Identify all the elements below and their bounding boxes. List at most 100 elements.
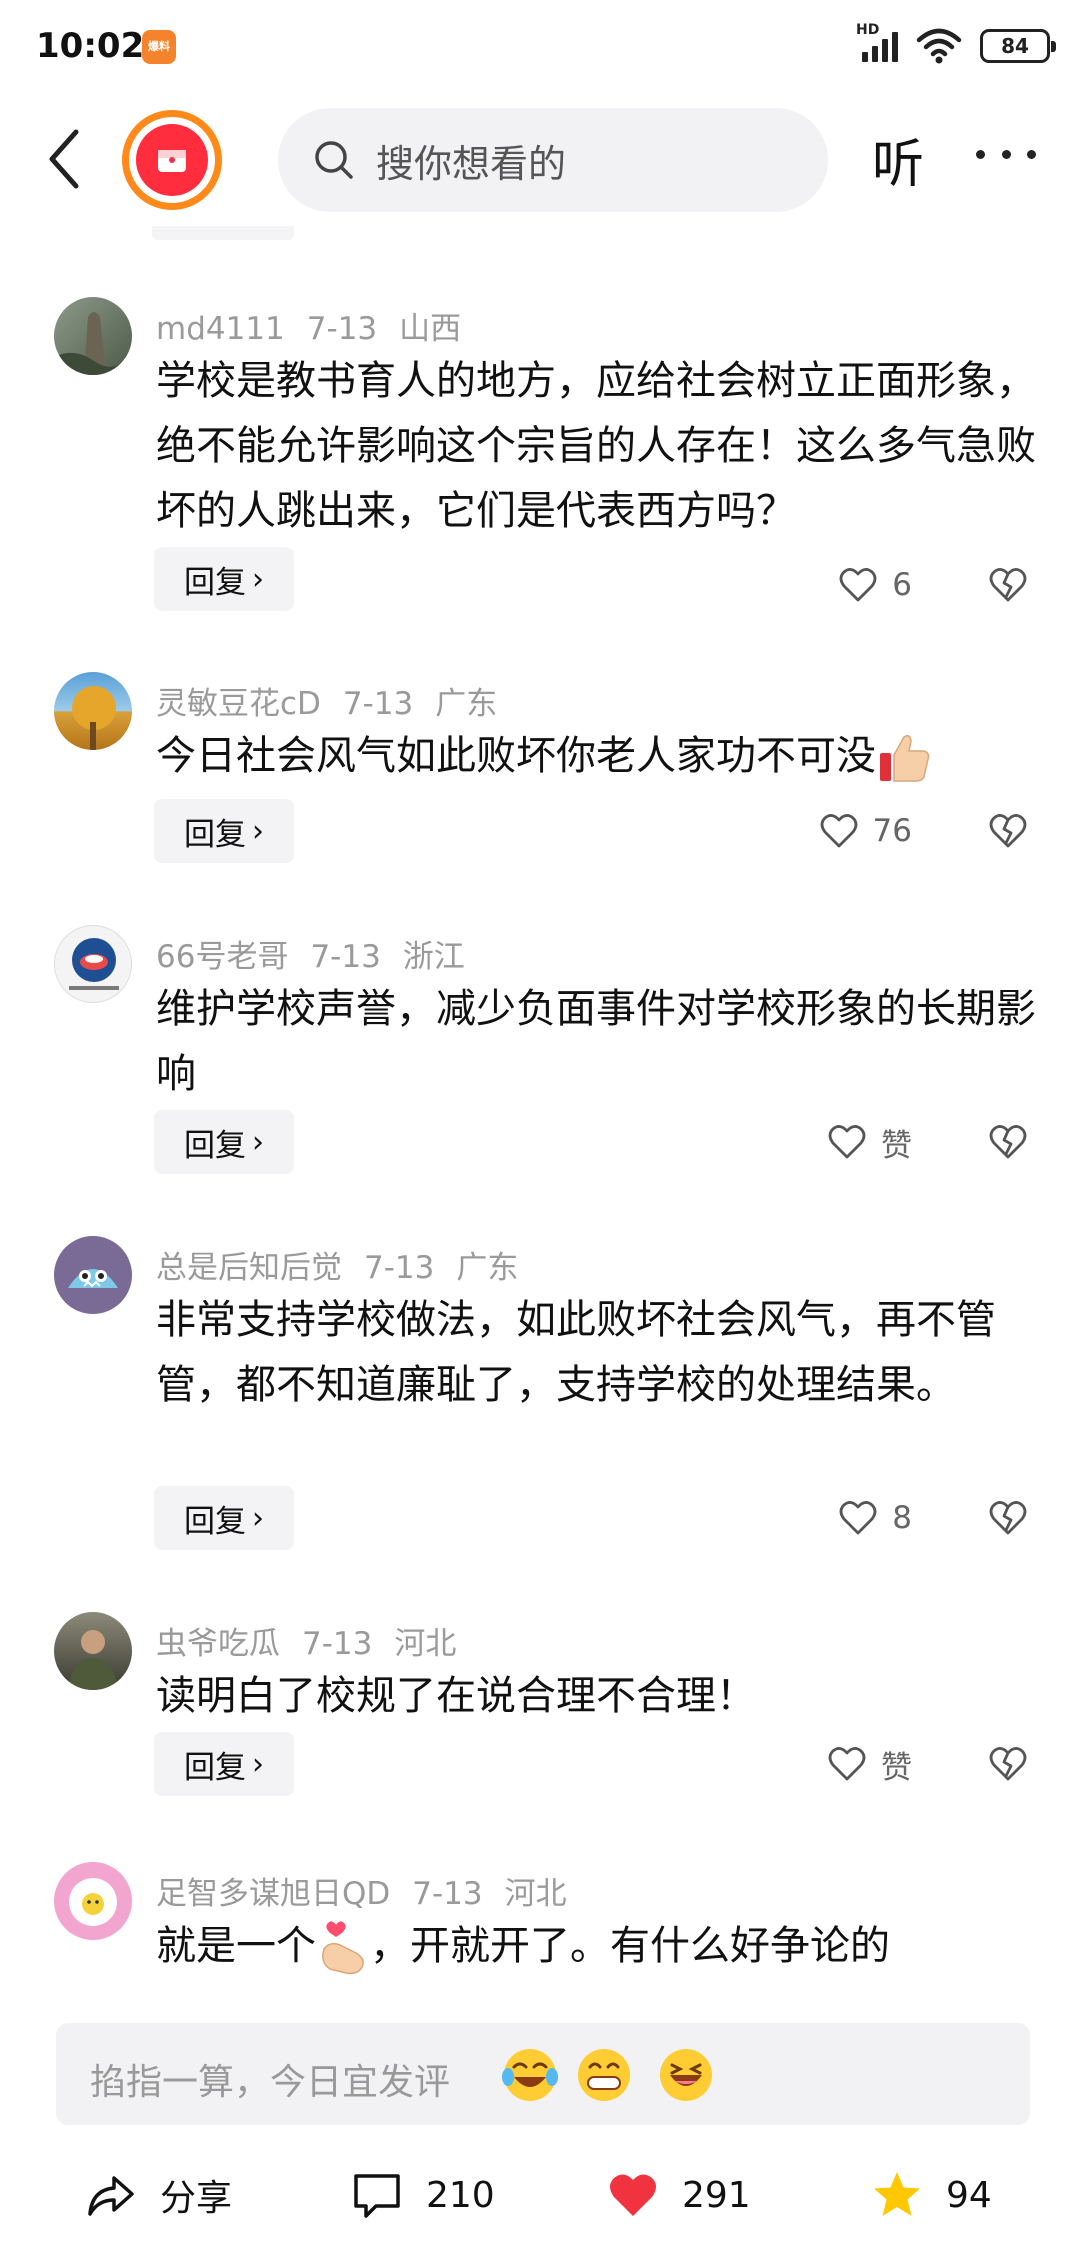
app-notification-icon: 爆料 — [142, 30, 176, 64]
dislike-button[interactable] — [988, 1732, 1032, 1796]
share-button[interactable]: 分享 — [84, 2168, 232, 2222]
reply-label: 回复 — [184, 1749, 246, 1786]
favorite-count: 94 — [946, 2174, 992, 2216]
reply-button[interactable]: 回复 › — [154, 799, 294, 863]
comment-text: 就是一个 ，开就开了。有什么好争论的 — [156, 1914, 1036, 1979]
avatar[interactable] — [54, 297, 132, 375]
comment-text: 今日社会风气如此败坏你老人家功不可没 — [156, 724, 1036, 789]
comment-date: 7-13 — [306, 311, 378, 347]
more-icon[interactable] — [976, 124, 1036, 184]
comment-meta: 66号老哥 7-13 浙江 — [156, 931, 487, 976]
comment-location: 山西 — [399, 311, 462, 347]
comment-username[interactable]: md4111 — [156, 311, 285, 347]
comment-text: 学校是教书育人的地方，应给社会树立正面形象，绝不能允许影响这个宗旨的人存在！这么… — [156, 358, 1036, 534]
comment-username[interactable]: 66号老哥 — [156, 939, 288, 975]
reply-button[interactable]: 回复 › — [154, 1486, 294, 1550]
avatar[interactable] — [54, 672, 132, 750]
like-total: 291 — [682, 2174, 751, 2216]
comment-meta: 灵敏豆花cD 7-13 广东 — [156, 678, 519, 723]
status-icons: HD 84 — [856, 22, 1056, 68]
laugh-emoji[interactable] — [656, 2045, 716, 2105]
broken-heart-icon — [989, 814, 1027, 848]
comment-item: md4111 7-13 山西 学校是教书育人的地方，应给社会树立正面形象，绝不能允许… — [0, 297, 1080, 611]
reply-label: 回复 — [184, 564, 246, 601]
grin-emoji[interactable] — [574, 2045, 634, 2105]
search-icon — [315, 141, 353, 179]
channel-logo[interactable] — [122, 110, 222, 210]
favorite-button[interactable]: 94 — [870, 2168, 992, 2222]
comment-list: md4111 7-13 山西 学校是教书育人的地方，应给社会树立正面形象，绝不能允许… — [0, 240, 1080, 2000]
heart-outline-icon — [828, 1125, 866, 1159]
heart-outline-icon — [839, 1501, 877, 1535]
comment-location: 河北 — [394, 1626, 457, 1662]
battery-icon: 84 — [980, 29, 1056, 63]
heart-filled-icon — [610, 2174, 656, 2216]
like-button[interactable]: 76 — [819, 799, 912, 863]
channel-logo-icon — [136, 124, 208, 196]
comment-count-button[interactable]: 210 — [350, 2168, 495, 2222]
comment-input[interactable]: 掐指一算，今日宜发评 — [56, 2023, 1030, 2125]
heart-outline-icon — [828, 1747, 866, 1781]
comment-text: 读明白了校规了在说合理不合理！ — [156, 1673, 756, 1719]
avatar[interactable] — [54, 925, 132, 1003]
comment-location: 广东 — [456, 1250, 519, 1286]
listen-button[interactable]: 听 — [872, 122, 924, 197]
like-count: 76 — [872, 813, 912, 849]
previous-reply-button — [152, 226, 294, 240]
comment-date: 7-13 — [342, 686, 414, 722]
back-icon[interactable] — [40, 124, 90, 194]
dislike-button[interactable] — [988, 1110, 1032, 1174]
dislike-button[interactable] — [988, 1486, 1032, 1550]
comment-username[interactable]: 足智多谋旭日QD — [156, 1876, 390, 1912]
signal-icon: HD — [856, 22, 898, 62]
comment-meta: 总是后知后觉 7-13 广东 — [156, 1242, 540, 1287]
like-count-button[interactable]: 291 — [606, 2168, 751, 2222]
comment-text: 非常支持学校做法，如此败坏社会风气，再不管管，都不知道廉耻了，支持学校的处理结果… — [156, 1297, 996, 1408]
broken-heart-icon — [989, 1747, 1027, 1781]
like-count: 赞 — [881, 1127, 912, 1164]
laugh-cry-emoji[interactable] — [500, 2045, 560, 2105]
broken-heart-icon — [989, 1125, 1027, 1159]
reply-button[interactable]: 回复 › — [154, 1110, 294, 1174]
dislike-button[interactable] — [988, 553, 1032, 617]
like-button[interactable]: 赞 — [827, 1110, 912, 1174]
status-time: 10:02 — [36, 26, 145, 66]
comment-username[interactable]: 总是后知后觉 — [156, 1250, 342, 1286]
comment-date: 7-13 — [412, 1876, 483, 1912]
broken-heart-icon — [989, 1501, 1027, 1535]
comment-username[interactable]: 灵敏豆花cD — [156, 686, 321, 722]
chevron-right-icon: › — [252, 1500, 264, 1536]
star-icon — [874, 2172, 920, 2216]
comment-location: 河北 — [504, 1876, 567, 1912]
chevron-right-icon: › — [252, 813, 264, 849]
comment-meta: md4111 7-13 山西 — [156, 303, 483, 348]
reply-button[interactable]: 回复 › — [154, 547, 294, 611]
chevron-right-icon: › — [252, 1124, 264, 1160]
like-button[interactable]: 赞 — [827, 1732, 912, 1796]
like-count: 6 — [892, 567, 912, 603]
dislike-button[interactable] — [988, 799, 1032, 863]
search-input[interactable]: 搜你想看的 — [278, 108, 828, 212]
heart-outline-icon — [839, 568, 877, 602]
bottom-action-bar: 分享 210 291 94 — [0, 2140, 1080, 2248]
comment-text: 维护学校声誉，减少负面事件对学校形象的长期影响 — [156, 986, 1036, 1097]
reply-button[interactable]: 回复 › — [154, 1732, 294, 1796]
avatar[interactable] — [54, 1612, 132, 1690]
like-button[interactable]: 8 — [838, 1486, 912, 1550]
search-placeholder: 搜你想看的 — [376, 141, 567, 186]
avatar[interactable] — [54, 1862, 132, 1940]
chevron-right-icon: › — [252, 1746, 264, 1782]
comment-location: 浙江 — [402, 939, 465, 975]
avatar[interactable] — [54, 1236, 132, 1314]
comment-date: 7-13 — [364, 1250, 435, 1286]
reply-label: 回复 — [184, 816, 246, 853]
chevron-right-icon: › — [252, 561, 264, 597]
like-button[interactable]: 6 — [838, 553, 912, 617]
thumbs-up-emoji — [880, 734, 930, 782]
heart-outline-icon — [820, 814, 857, 848]
status-bar: 10:02 爆料 HD 84 — [0, 0, 1080, 96]
comment-meta: 足智多谋旭日QD 7-13 河北 — [156, 1868, 589, 1913]
share-label: 分享 — [160, 2178, 233, 2219]
finger-heart-emoji — [322, 1921, 364, 1975]
comment-username[interactable]: 虫爷吃瓜 — [156, 1626, 280, 1662]
